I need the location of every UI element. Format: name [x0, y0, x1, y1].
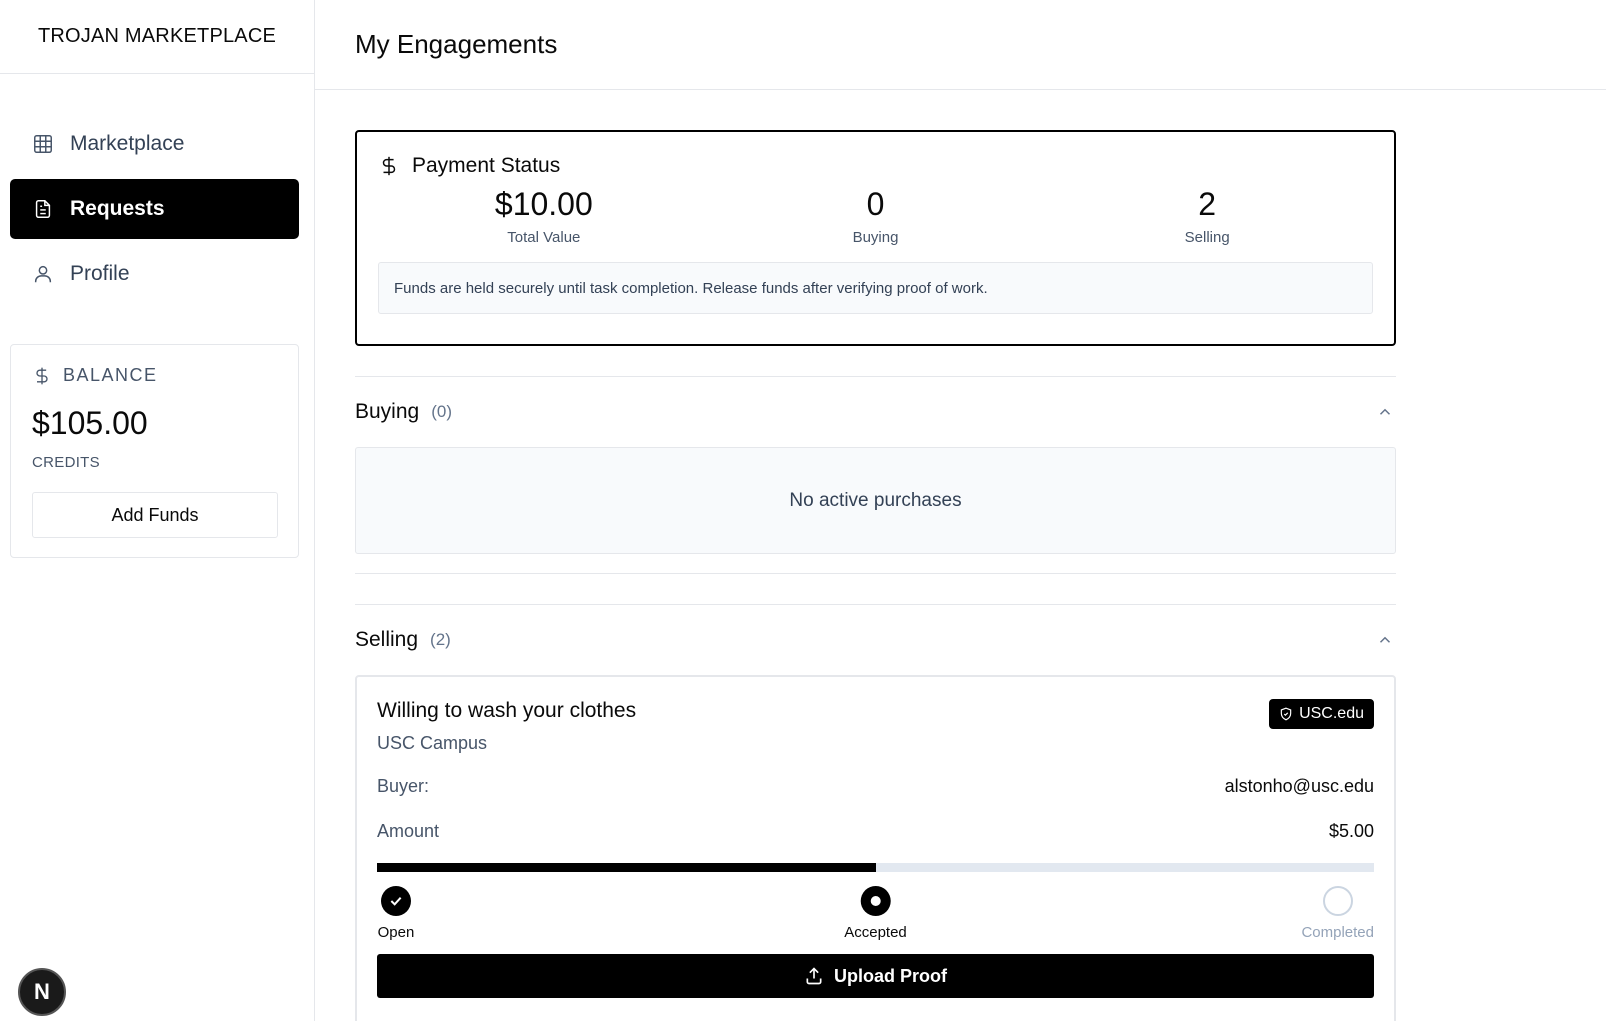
step-completed: Completed	[1301, 886, 1374, 941]
section-title: Selling	[355, 628, 419, 651]
engagement-location: USC Campus	[377, 733, 488, 753]
balance-label: BALANCE	[63, 365, 158, 385]
sidebar-item-label: Profile	[70, 262, 130, 285]
stat-value: $10.00	[494, 186, 593, 222]
document-icon	[35, 200, 51, 218]
balance-heading: BALANCE	[32, 365, 277, 386]
stat-label: Selling	[1184, 229, 1230, 246]
sidebar-item-label: Requests	[70, 197, 165, 220]
current-step-icon	[860, 886, 891, 916]
stat-total-value: $10.00 Total Value	[378, 186, 710, 246]
progress-bar	[377, 863, 1374, 872]
engagement-title: Willing to wash your clothes	[377, 699, 637, 722]
section-title: Buying	[355, 400, 420, 423]
chevron-up-icon[interactable]	[1376, 403, 1394, 421]
empty-purchases: No active purchases	[355, 447, 1396, 554]
step-label: Completed	[1301, 924, 1374, 941]
escrow-note: Funds are held securely until task compl…	[378, 262, 1373, 314]
selling-section-header[interactable]: Selling (2)	[355, 605, 1396, 675]
payment-status-card: Payment Status $10.00 Total Value 0 Buyi…	[355, 130, 1396, 346]
sidebar-nav: Marketplace Requests Profile	[10, 114, 299, 309]
upload-proof-button[interactable]: Upload Proof	[377, 954, 1374, 998]
verified-badge: USC.edu	[1269, 699, 1374, 729]
stat-value: 0	[866, 186, 885, 222]
stat-label: Buying	[852, 229, 899, 246]
sidebar-item-requests[interactable]: Requests	[10, 179, 299, 239]
section-divider	[355, 554, 1396, 574]
section-count: (2)	[430, 630, 451, 649]
progress-fill	[377, 863, 876, 872]
sidebar-item-label: Marketplace	[70, 132, 185, 155]
check-icon	[381, 886, 411, 916]
upload-proof-label: Upload Proof	[834, 965, 947, 986]
main-content: My Engagements Payment Status $10.00 Tot…	[315, 0, 1606, 1021]
balance-unit: CREDITS	[32, 454, 100, 471]
add-funds-button[interactable]: Add Funds	[32, 492, 278, 538]
sidebar-item-marketplace[interactable]: Marketplace	[10, 114, 299, 174]
dollar-icon	[36, 367, 48, 384]
stat-selling: 2 Selling	[1041, 186, 1373, 246]
buyer-label: Buyer:	[377, 776, 430, 796]
user-icon	[34, 265, 52, 283]
sidebar: TROJAN MARKETPLACE Marketplace Requests	[0, 0, 315, 1021]
payment-status-heading: Payment Status	[378, 154, 1373, 178]
amount-label: Amount	[377, 821, 440, 841]
section-count: (0)	[431, 402, 452, 421]
buying-section: Buying (0) No active purchases	[355, 376, 1396, 574]
payment-status-title: Payment Status	[412, 154, 561, 177]
upload-icon	[806, 967, 822, 985]
buyer-row: Buyer: alstonho@usc.edu	[377, 776, 1374, 797]
page-header: My Engagements	[315, 0, 1606, 90]
amount-row: Amount $5.00	[377, 821, 1374, 842]
step-label: Open	[377, 924, 415, 941]
selling-section: Selling (2) Willing to wash your clothes…	[355, 604, 1396, 1021]
pending-step-icon	[1322, 886, 1353, 916]
buyer-email: alstonho@usc.edu	[1224, 776, 1374, 796]
sidebar-item-profile[interactable]: Profile	[10, 244, 299, 304]
grid-icon	[34, 135, 52, 153]
badge-label: USC.edu	[1299, 705, 1364, 722]
engagements-content: Payment Status $10.00 Total Value 0 Buyi…	[355, 130, 1396, 1021]
engagement-card: Willing to wash your clothes USC Campus …	[355, 675, 1396, 1021]
step-open: Open	[377, 886, 415, 941]
step-accepted: Accepted	[844, 886, 907, 941]
stat-label: Total Value	[507, 229, 581, 246]
dollar-icon	[382, 156, 396, 176]
balance-amount: $105.00	[32, 405, 148, 441]
step-label: Accepted	[844, 924, 907, 941]
shield-check-icon	[1280, 707, 1292, 721]
page-title: My Engagements	[355, 29, 558, 59]
balance-card: BALANCE $105.00 CREDITS Add Funds	[10, 344, 299, 558]
stat-buying: 0 Buying	[710, 186, 1042, 246]
app-root: TROJAN MARKETPLACE Marketplace Requests	[0, 0, 1606, 1021]
brand-logo[interactable]: TROJAN MARKETPLACE	[0, 0, 314, 74]
payment-stats: $10.00 Total Value 0 Buying 2 Selling	[378, 186, 1373, 246]
chevron-up-icon[interactable]	[1376, 631, 1394, 649]
amount-value: $5.00	[1328, 821, 1374, 841]
status-steps: Open Accepted Completed	[377, 886, 1374, 954]
stat-value: 2	[1198, 186, 1217, 222]
engagement-card-header: Willing to wash your clothes USC Campus …	[377, 699, 1374, 754]
framework-badge[interactable]: N	[18, 968, 66, 1016]
buying-section-header[interactable]: Buying (0)	[355, 377, 1396, 447]
